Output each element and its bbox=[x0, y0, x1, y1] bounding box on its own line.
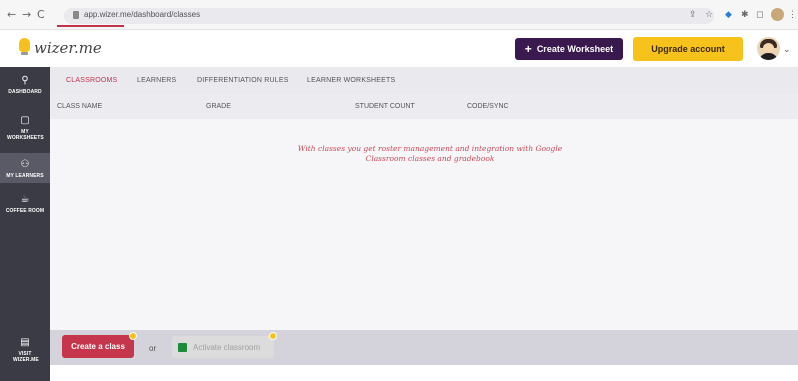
create-class-button[interactable]: Create a class bbox=[62, 335, 134, 358]
upgrade-account-button[interactable]: Upgrade account bbox=[633, 37, 743, 61]
column-class-name[interactable]: CLASS NAME bbox=[57, 103, 102, 110]
logo-bulb-base bbox=[21, 52, 28, 55]
page-bottom-strip bbox=[50, 365, 798, 381]
sidebar-item-label: VISIT WIZER.ME bbox=[13, 351, 39, 363]
google-classroom-icon bbox=[178, 342, 187, 352]
sidebar-item-my-learners[interactable]: ⚇ MY LEARNERS bbox=[0, 153, 50, 183]
search-icon: ⚲ bbox=[21, 75, 29, 86]
footer-action-bar: Create a class or Activate classroom bbox=[50, 330, 798, 365]
logo-text[interactable]: wizer.me bbox=[34, 39, 102, 57]
sidebar: ⚲ DASHBOARD ▢ MY WORKSHEETS ⚇ MY LEARNER… bbox=[0, 67, 50, 381]
forward-button[interactable]: → bbox=[22, 8, 31, 22]
chevron-down-icon[interactable]: ⌄ bbox=[783, 44, 791, 55]
sidebar-item-label: COFFEE ROOM bbox=[5, 208, 45, 214]
tab-learner-worksheets[interactable]: LEARNER WORKSHEETS bbox=[307, 77, 395, 84]
info-badge-icon[interactable] bbox=[269, 332, 277, 340]
back-button[interactable]: ← bbox=[7, 8, 16, 22]
worksheet-icon: ▢ bbox=[20, 115, 30, 126]
url-text: app.wizer.me/dashboard/classes bbox=[84, 10, 201, 19]
empty-state-line-1: With classes you get roster management a… bbox=[297, 144, 563, 153]
sidepanel-icon[interactable]: ◻ bbox=[756, 10, 763, 20]
activate-classroom-button[interactable]: Activate classroom bbox=[172, 336, 274, 358]
address-bar[interactable]: app.wizer.me/dashboard/classes bbox=[64, 8, 714, 24]
sidebar-item-label: DASHBOARD bbox=[8, 89, 42, 95]
extension-icon[interactable]: ◆ bbox=[725, 10, 732, 20]
puzzle-icon[interactable]: ✱ bbox=[741, 10, 749, 20]
or-label: or bbox=[149, 344, 157, 353]
info-badge-icon[interactable] bbox=[129, 332, 137, 340]
sidebar-item-label: MY LEARNERS bbox=[6, 173, 44, 179]
app-header: wizer.me + Create Worksheet Upgrade acco… bbox=[0, 30, 798, 66]
tab-differentiation-rules[interactable]: DIFFERENTIATION RULES bbox=[197, 77, 289, 84]
active-tab-indicator bbox=[57, 25, 124, 27]
sidebar-item-my-worksheets[interactable]: ▢ MY WORKSHEETS bbox=[0, 115, 50, 147]
column-grade[interactable]: GRADE bbox=[206, 103, 231, 110]
tab-classrooms[interactable]: CLASSROOMS bbox=[66, 77, 117, 84]
classes-table-body: With classes you get roster management a… bbox=[50, 119, 798, 330]
tab-learners[interactable]: LEARNERS bbox=[137, 77, 176, 84]
activate-classroom-label: Activate classroom bbox=[193, 342, 261, 352]
sidebar-item-coffee-room[interactable]: ☕ COFFEE ROOM bbox=[0, 194, 50, 222]
column-code-sync[interactable]: CODE/SYNC bbox=[467, 103, 509, 110]
user-avatar[interactable] bbox=[757, 37, 780, 60]
visit-icon: ▤ bbox=[20, 337, 30, 348]
tab-bar: CLASSROOMS LEARNERS DIFFERENTIATION RULE… bbox=[50, 67, 798, 94]
reload-button[interactable]: C bbox=[37, 8, 45, 22]
browser-menu-icon[interactable]: ⋮ bbox=[788, 9, 797, 20]
share-icon[interactable]: ⇪ bbox=[689, 10, 697, 20]
lock-icon bbox=[73, 11, 79, 19]
logo-bulb-icon bbox=[19, 38, 30, 52]
plus-icon: + bbox=[524, 42, 532, 56]
coffee-icon: ☕ bbox=[20, 194, 30, 205]
table-header: CLASS NAME GRADE STUDENT COUNT CODE/SYNC bbox=[50, 94, 798, 119]
create-worksheet-button[interactable]: + Create Worksheet bbox=[515, 38, 623, 60]
learners-icon: ⚇ bbox=[20, 159, 30, 170]
empty-state-message: With classes you get roster management a… bbox=[280, 144, 580, 164]
empty-state-line-2: Classroom classes and gradebook bbox=[365, 154, 495, 163]
column-student-count[interactable]: STUDENT COUNT bbox=[355, 103, 415, 110]
sidebar-item-visit-wizer[interactable]: ▤ VISIT WIZER.ME bbox=[0, 337, 50, 371]
bookmark-star-icon[interactable]: ☆ bbox=[705, 10, 713, 20]
sidebar-item-dashboard[interactable]: ⚲ DASHBOARD bbox=[0, 75, 50, 105]
create-worksheet-label: Create Worksheet bbox=[536, 44, 614, 54]
sidebar-item-label: MY WORKSHEETS bbox=[7, 129, 44, 141]
browser-profile-avatar[interactable] bbox=[771, 8, 784, 21]
